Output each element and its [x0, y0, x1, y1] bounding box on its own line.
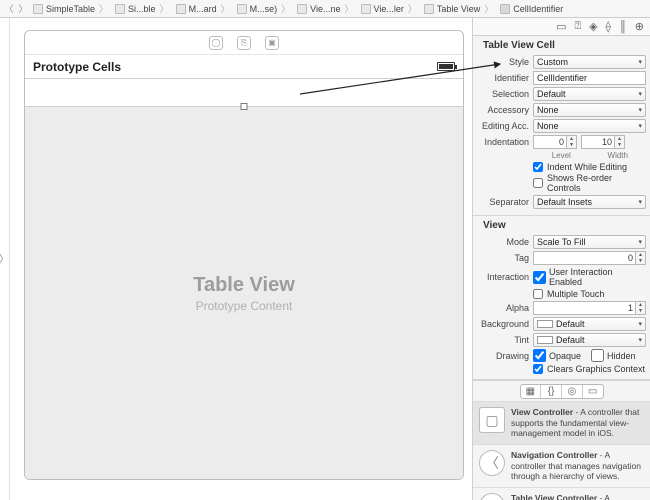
- crumb-4[interactable]: Vie...ne〉: [294, 2, 357, 15]
- history-back[interactable]: 〈: [2, 2, 16, 15]
- user-interaction-check[interactable]: User Interaction Enabled: [533, 267, 646, 287]
- battery-icon: [437, 62, 455, 71]
- tab-help-icon[interactable]: ⍰: [574, 20, 581, 33]
- shows-reorder-check[interactable]: Shows Re-order Controls: [477, 173, 646, 193]
- tab-file-icon[interactable]: ▭: [556, 20, 566, 33]
- scene-button-3[interactable]: ▣: [265, 36, 279, 50]
- library-item-view-controller[interactable]: ▢ View Controller - A controller that su…: [473, 401, 650, 444]
- crumb-6[interactable]: Table View〉: [421, 2, 497, 15]
- indent-while-editing-check[interactable]: Indent While Editing: [477, 162, 646, 172]
- inspector-tabs: ▭ ⍰ ◈ ⟠ ║ ⊕: [473, 18, 650, 36]
- accessory-select[interactable]: None▾: [533, 103, 646, 117]
- clears-graphics-check[interactable]: Clears Graphics Context: [477, 364, 646, 374]
- tab-connections-icon[interactable]: ⊕: [635, 20, 644, 33]
- mode-select[interactable]: Scale To Fill▾: [533, 235, 646, 249]
- editing-acc-select[interactable]: None▾: [533, 119, 646, 133]
- crumb-0[interactable]: SimpleTable〉: [30, 2, 112, 15]
- crumb-1[interactable]: Si...ble〉: [112, 2, 173, 15]
- table-view-placeholder[interactable]: Table View Prototype Content: [25, 107, 463, 479]
- lib-grid-icon: ▦: [521, 385, 541, 398]
- crumb-3[interactable]: M...se)〉: [234, 2, 295, 15]
- crumb-2[interactable]: M...ard〉: [173, 2, 234, 15]
- navigation-controller-icon: 〈: [479, 450, 505, 476]
- crumb-5[interactable]: Vie...ler〉: [358, 2, 421, 15]
- alpha-stepper[interactable]: 1▲▼: [533, 301, 646, 315]
- lib-list-icon: ▭: [582, 385, 603, 398]
- device-frame: ◯ ⎘ ▣ Prototype Cells Table View Prototy…: [24, 30, 464, 480]
- separator-select[interactable]: Default Insets▾: [533, 195, 646, 209]
- style-select[interactable]: Custom▾: [533, 55, 646, 69]
- view-controller-icon: ▢: [479, 407, 505, 433]
- prototype-header: Prototype Cells: [33, 60, 121, 74]
- hidden-check[interactable]: Hidden: [591, 349, 636, 362]
- crumb-7[interactable]: CellIdentifier: [497, 4, 566, 14]
- tag-stepper[interactable]: 0▲▼: [533, 251, 646, 265]
- tab-identity-icon[interactable]: ◈: [589, 20, 597, 33]
- section-title-view: View: [477, 216, 646, 233]
- resize-handle[interactable]: [241, 103, 248, 110]
- prototype-cell[interactable]: [25, 79, 463, 107]
- identifier-field[interactable]: CellIdentifier: [533, 71, 646, 85]
- indent-level-stepper[interactable]: 0▲▼: [533, 135, 577, 149]
- multiple-touch-check[interactable]: Multiple Touch: [477, 289, 646, 299]
- library-view-segment[interactable]: ▦{}◎▭: [520, 384, 604, 399]
- scene-button-1[interactable]: ◯: [209, 36, 223, 50]
- scene-button-2[interactable]: ⎘: [237, 36, 251, 50]
- table-view-controller-icon: ≣: [479, 493, 505, 500]
- library-item-table-view-controller[interactable]: ≣ Table View Controller - A controller t…: [473, 487, 650, 500]
- tab-attributes-icon[interactable]: ⟠: [606, 20, 611, 33]
- library-item-navigation-controller[interactable]: 〈 Navigation Controller - A controller t…: [473, 444, 650, 487]
- selection-select[interactable]: Default▾: [533, 87, 646, 101]
- lib-braces-icon: {}: [540, 385, 561, 398]
- left-gutter-chevron-icon[interactable]: 〉: [0, 18, 10, 500]
- tab-size-icon[interactable]: ║: [619, 21, 627, 33]
- section-title-cell: Table View Cell: [477, 36, 646, 53]
- canvas[interactable]: ◯ ⎘ ▣ Prototype Cells Table View Prototy…: [10, 18, 472, 500]
- tint-select[interactable]: Default▾: [533, 333, 646, 347]
- jump-bar: 〈 〉 SimpleTable〉 Si...ble〉 M...ard〉 M...…: [0, 0, 650, 18]
- history-forward[interactable]: 〉: [16, 2, 30, 15]
- opaque-check[interactable]: Opaque: [533, 349, 581, 362]
- lib-circle-icon: ◎: [561, 385, 582, 398]
- indent-width-stepper[interactable]: 10▲▼: [581, 135, 625, 149]
- background-select[interactable]: Default▾: [533, 317, 646, 331]
- scene-toolbar: ◯ ⎘ ▣: [25, 31, 463, 55]
